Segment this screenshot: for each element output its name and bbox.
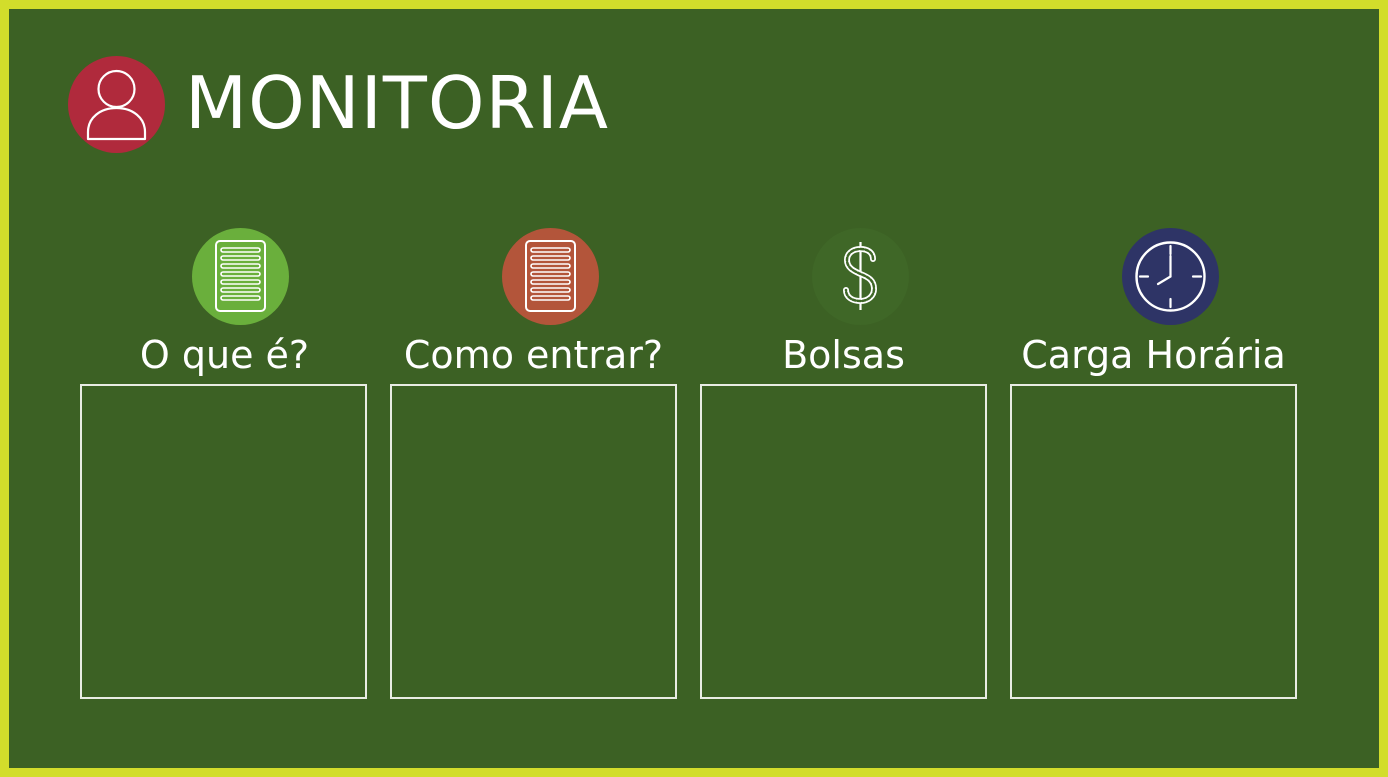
document-icon <box>502 228 599 325</box>
dollar-icon <box>812 228 909 325</box>
content-box-carga-horaria <box>1010 384 1297 699</box>
page-title: MONITORIA <box>185 61 610 145</box>
column-label-como-entrar: Como entrar? <box>403 333 664 377</box>
column-label-o-que-e: O que é? <box>139 333 310 377</box>
user-icon <box>68 56 165 153</box>
column-label-carga-horaria: Carga Horária <box>1021 333 1286 377</box>
board: MONITORIA O que é? Como entrar? Bolsas C… <box>0 0 1388 777</box>
content-box-o-que-e <box>80 384 367 699</box>
content-box-como-entrar <box>390 384 677 699</box>
clock-icon <box>1122 228 1219 325</box>
column-label-bolsas: Bolsas <box>782 333 905 377</box>
document-icon <box>192 228 289 325</box>
content-box-bolsas <box>700 384 987 699</box>
